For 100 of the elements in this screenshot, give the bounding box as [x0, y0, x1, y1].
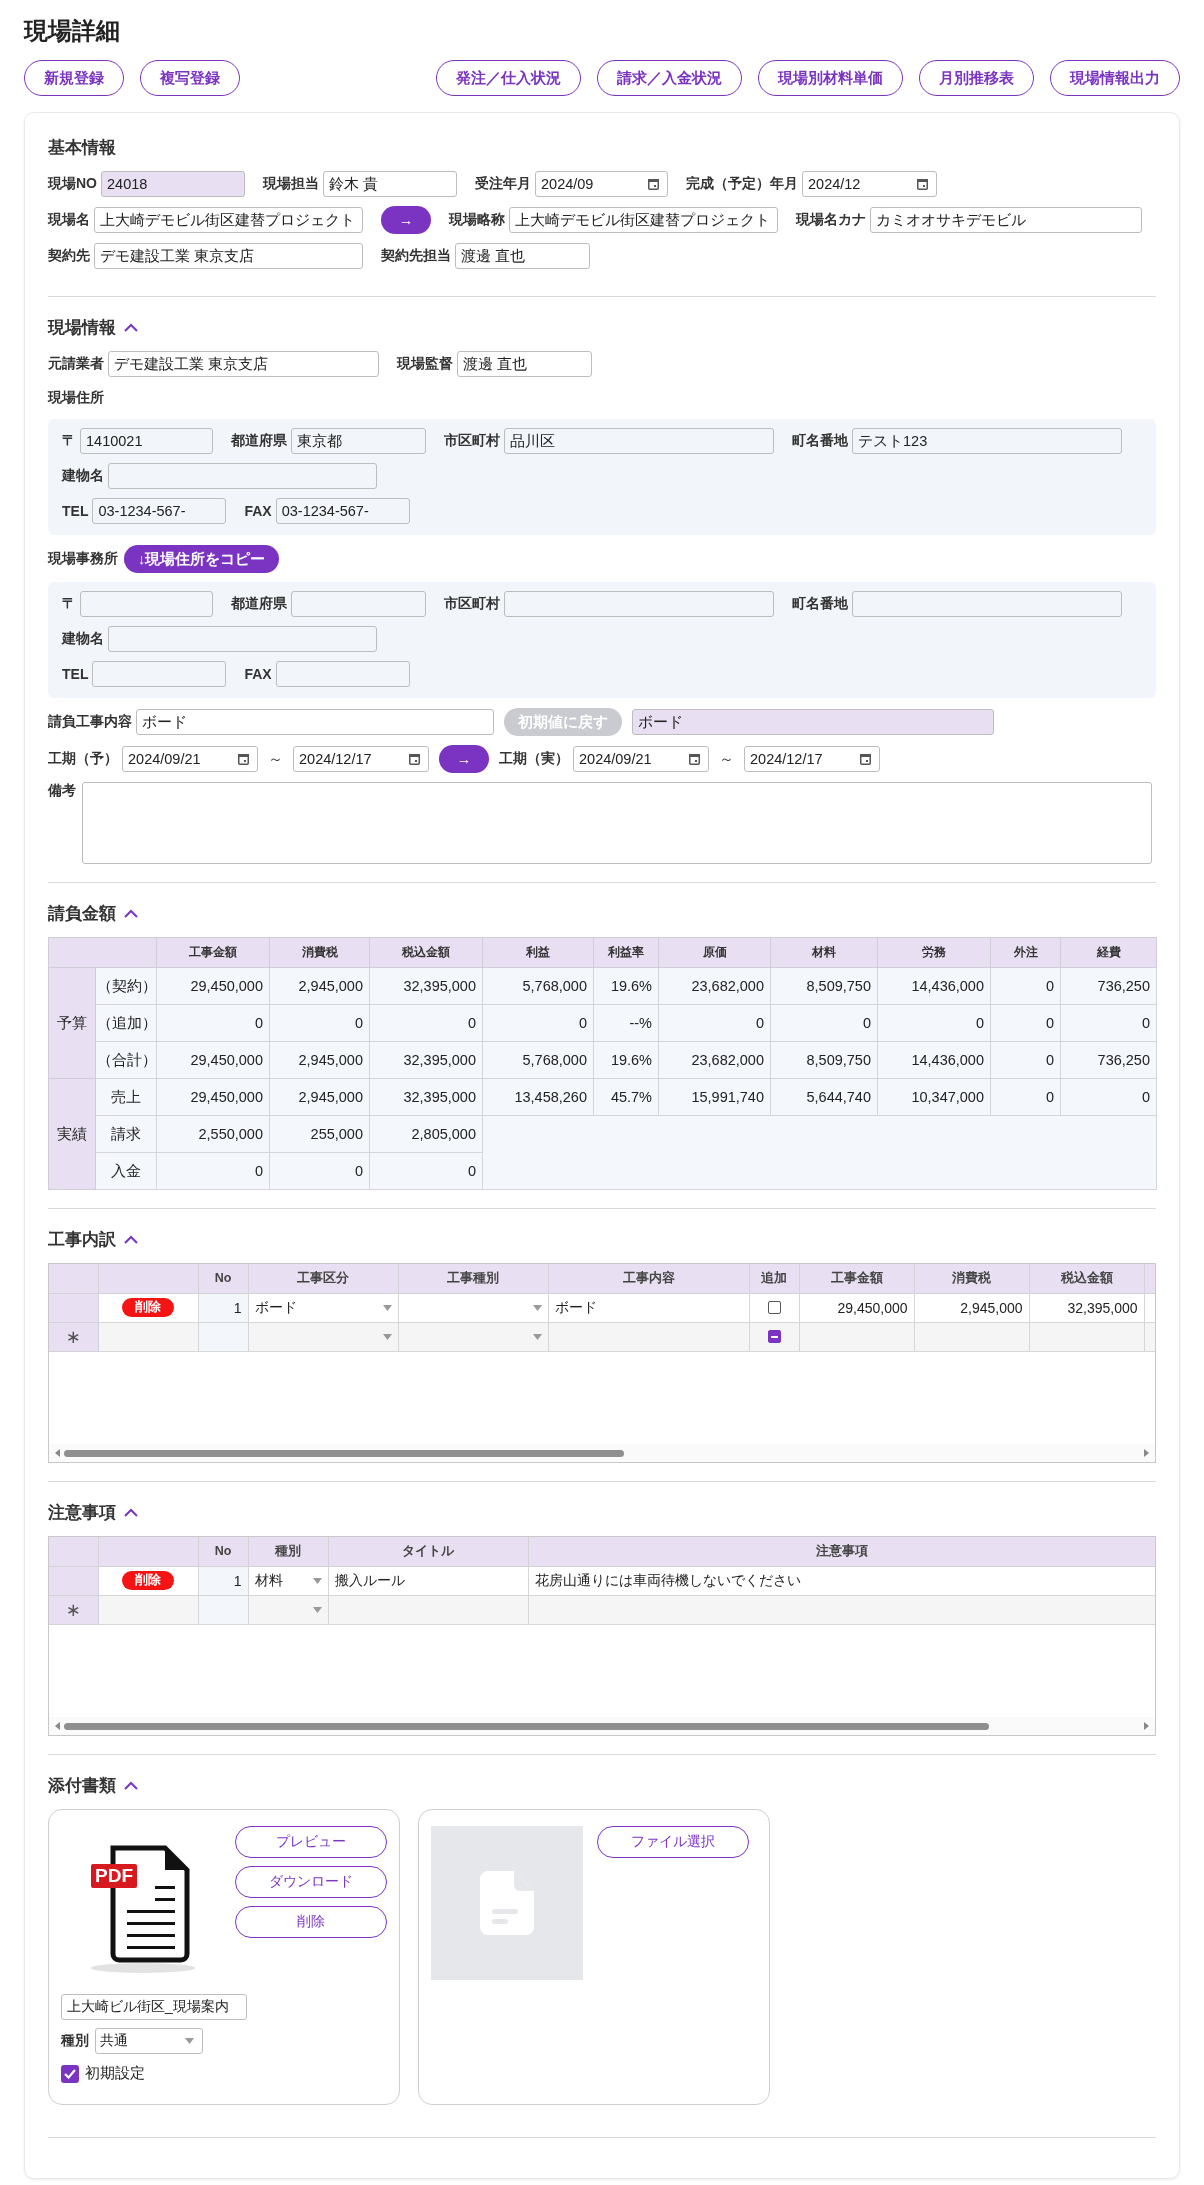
- field-label: 現場担当: [263, 175, 319, 193]
- text-field[interactable]: ボード: [136, 709, 494, 735]
- date-field[interactable]: 2024/09/21: [573, 746, 709, 772]
- toolbar-button[interactable]: 現場別材料単価: [758, 60, 903, 96]
- field-label: 建物名: [62, 630, 104, 648]
- table-cell: 0: [770, 1004, 878, 1042]
- dropdown-cell[interactable]: [248, 1322, 398, 1351]
- field-label: 工期（予）: [48, 750, 118, 768]
- dropdown-cell[interactable]: ボード: [248, 1293, 398, 1322]
- horizontal-scrollbar[interactable]: [49, 1444, 1155, 1462]
- text-field[interactable]: 03-1234-567-: [92, 498, 227, 524]
- calendar-icon: [689, 753, 700, 765]
- delete-button[interactable]: 削除: [122, 1298, 174, 1317]
- dropdown-cell[interactable]: [248, 1595, 328, 1624]
- field-label: 〒: [62, 432, 76, 450]
- dropdown-cell[interactable]: [398, 1293, 548, 1322]
- caret-icon: [382, 1333, 392, 1340]
- text-field[interactable]: デモ建設工業 東京支店: [108, 351, 379, 377]
- file-action-button[interactable]: 削除: [235, 1906, 387, 1938]
- delete-button[interactable]: 削除: [122, 1571, 174, 1590]
- table-cell: 32,395,000: [1029, 1293, 1144, 1322]
- text-field[interactable]: カミオオサキデモビル: [870, 207, 1142, 233]
- text-field[interactable]: テスト123: [852, 428, 1122, 454]
- field-label: FAX: [244, 666, 272, 682]
- table-cell: 0: [990, 1078, 1061, 1116]
- action-button[interactable]: →: [439, 745, 489, 773]
- text-field[interactable]: 東京都: [291, 428, 426, 454]
- text-field[interactable]: [108, 626, 377, 652]
- scroll-left-icon[interactable]: [55, 1722, 60, 1730]
- table-cell: 32,395,000: [369, 1041, 483, 1079]
- checkbox[interactable]: [61, 2064, 79, 2083]
- toolbar-button[interactable]: 新規登録: [24, 60, 124, 96]
- column-header: 工事種別: [398, 1264, 548, 1293]
- table-cell: 0: [369, 1152, 483, 1190]
- toolbar-button[interactable]: 請求／入金状況: [597, 60, 742, 96]
- field-label: 〒: [62, 595, 76, 613]
- table-cell: 0: [990, 1041, 1061, 1079]
- text-field[interactable]: 鈴木 貴: [323, 171, 457, 197]
- field-label: 種別: [61, 2032, 89, 2050]
- file-select-button[interactable]: ファイル選択: [597, 1826, 749, 1858]
- scrollbar-thumb[interactable]: [64, 1449, 624, 1457]
- column-header: No: [198, 1537, 248, 1566]
- file-action-button[interactable]: プレビュー: [235, 1826, 387, 1858]
- toolbar-button[interactable]: 発注／仕入状況: [436, 60, 581, 96]
- text-field[interactable]: 上大崎デモビル街区建替プロジェクト: [509, 207, 778, 233]
- remarks-field[interactable]: [82, 782, 1152, 864]
- chevron-up-icon[interactable]: [124, 1507, 138, 1517]
- text-field[interactable]: 03-1234-567-: [275, 498, 410, 524]
- table-cell: 0: [156, 1152, 270, 1190]
- scroll-left-icon[interactable]: [55, 1449, 60, 1457]
- range-separator: ～: [719, 749, 734, 769]
- file-name-field[interactable]: 上大崎ビル街区_現場案内: [61, 1994, 247, 2020]
- calendar-icon: [860, 753, 871, 765]
- text-field[interactable]: [504, 591, 774, 617]
- text-field[interactable]: [291, 591, 426, 617]
- date-field[interactable]: 2024/09/21: [122, 746, 258, 772]
- field-label: TEL: [62, 503, 89, 519]
- date-field[interactable]: 2024/12/17: [744, 746, 880, 772]
- text-field[interactable]: 上大崎デモビル街区建替プロジェクト: [94, 207, 363, 233]
- dropdown-cell[interactable]: 材料: [248, 1566, 328, 1595]
- toolbar-button[interactable]: 月別推移表: [919, 60, 1034, 96]
- table-cell: 32,395,000: [369, 967, 483, 1005]
- chevron-up-icon[interactable]: [124, 322, 138, 332]
- toolbar-button[interactable]: 複写登録: [140, 60, 240, 96]
- file-action-button[interactable]: ダウンロード: [235, 1866, 387, 1898]
- text-field[interactable]: 渡邊 直也: [457, 351, 592, 377]
- chevron-up-icon[interactable]: [124, 908, 138, 918]
- text-field[interactable]: [852, 591, 1122, 617]
- date-field[interactable]: 2024/12/17: [293, 746, 429, 772]
- checkbox[interactable]: [767, 1301, 781, 1314]
- text-field[interactable]: 渡邊 直也: [455, 243, 590, 269]
- text-field[interactable]: [80, 591, 213, 617]
- date-field[interactable]: 2024/12: [802, 171, 937, 197]
- scroll-right-icon[interactable]: [1144, 1722, 1149, 1730]
- field-label: 現場住所: [48, 389, 104, 407]
- field-label: 現場NO: [48, 175, 97, 193]
- column-header: 税込金額: [1029, 1264, 1144, 1293]
- text-field[interactable]: [275, 661, 410, 687]
- checkbox[interactable]: [767, 1330, 781, 1343]
- row-group-label: 予算: [48, 967, 96, 1079]
- horizontal-scrollbar[interactable]: [49, 1717, 1155, 1735]
- text-field[interactable]: ボード: [632, 709, 994, 735]
- text-field[interactable]: デモ建設工業 東京支店: [94, 243, 363, 269]
- action-button[interactable]: →: [381, 206, 431, 234]
- text-field[interactable]: 1410021: [80, 428, 213, 454]
- select-field[interactable]: 共通: [95, 2028, 203, 2054]
- toolbar-button[interactable]: 現場情報出力: [1050, 60, 1180, 96]
- date-field[interactable]: 2024/09: [535, 171, 668, 197]
- chevron-up-icon[interactable]: [124, 1780, 138, 1790]
- copy-button[interactable]: ↓現場住所をコピー: [124, 545, 280, 573]
- scrollbar-thumb[interactable]: [64, 1722, 990, 1730]
- checkbox-label: 初期設定: [85, 2064, 145, 2083]
- text-field[interactable]: 24018: [101, 171, 245, 197]
- text-field[interactable]: [92, 661, 227, 687]
- scroll-right-icon[interactable]: [1144, 1449, 1149, 1457]
- chevron-up-icon[interactable]: [124, 1234, 138, 1244]
- text-field[interactable]: [108, 463, 377, 489]
- column-header: 原価: [658, 937, 771, 968]
- dropdown-cell[interactable]: [398, 1322, 548, 1351]
- text-field[interactable]: 品川区: [504, 428, 774, 454]
